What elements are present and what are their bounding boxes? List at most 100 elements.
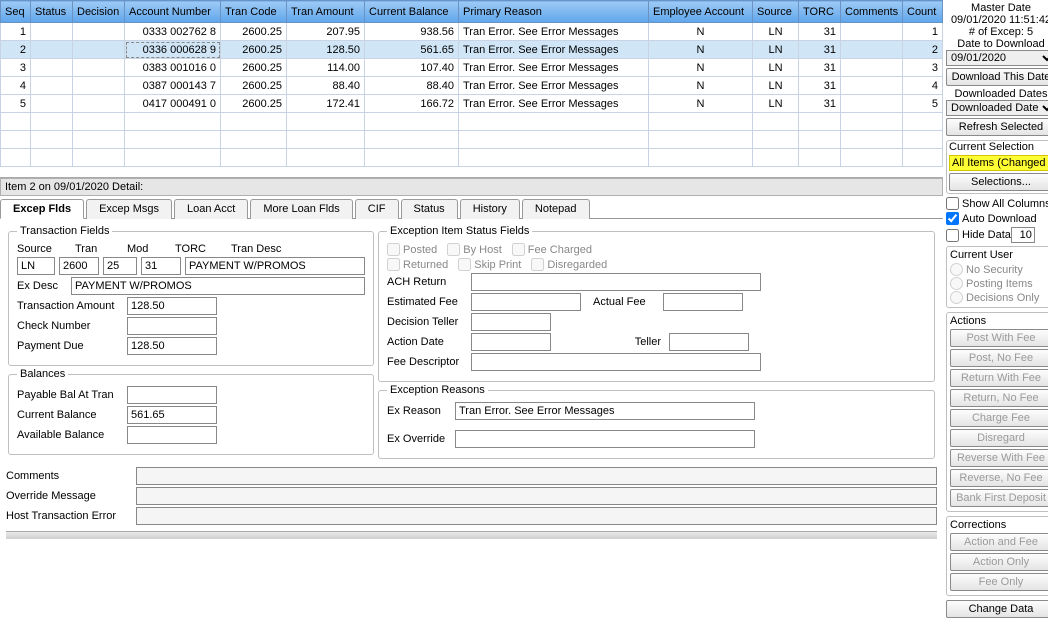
table-cell[interactable] <box>31 59 73 77</box>
table-cell[interactable]: 0336 000628 9 <box>125 41 221 59</box>
table-row[interactable]: 40387 000143 72600.2588.4088.40Tran Erro… <box>1 77 943 95</box>
table-cell[interactable]: 107.40 <box>365 59 459 77</box>
table-cell[interactable]: 2600.25 <box>221 59 287 77</box>
reverse-with-fee-button[interactable]: Reverse With Fee <box>950 449 1048 467</box>
check-input[interactable] <box>127 317 217 335</box>
column-header[interactable]: Account Number <box>125 1 221 23</box>
table-cell[interactable]: 31 <box>799 95 841 113</box>
table-cell[interactable]: LN <box>753 77 799 95</box>
paymentdue-input[interactable] <box>127 337 217 355</box>
table-cell[interactable]: 3 <box>1 59 31 77</box>
table-cell[interactable]: 88.40 <box>365 77 459 95</box>
table-cell[interactable]: 128.50 <box>287 41 365 59</box>
table-cell[interactable]: 31 <box>799 59 841 77</box>
table-cell[interactable]: 5 <box>1 95 31 113</box>
disregard-button[interactable]: Disregard <box>950 429 1048 447</box>
table-cell[interactable]: LN <box>753 59 799 77</box>
table-cell[interactable]: 207.95 <box>287 23 365 41</box>
table-cell[interactable]: 31 <box>799 77 841 95</box>
table-cell[interactable]: 938.56 <box>365 23 459 41</box>
column-header[interactable]: Status <box>31 1 73 23</box>
auto-download-checkbox[interactable] <box>946 212 959 225</box>
return-with-fee-button[interactable]: Return With Fee <box>950 369 1048 387</box>
table-cell[interactable] <box>841 59 903 77</box>
table-cell[interactable]: N <box>649 95 753 113</box>
column-header[interactable]: Source <box>753 1 799 23</box>
table-cell[interactable]: 561.65 <box>365 41 459 59</box>
column-header[interactable]: Seq <box>1 1 31 23</box>
table-cell[interactable] <box>841 41 903 59</box>
horizontal-scrollbar[interactable] <box>6 531 937 539</box>
actual-fee-input[interactable] <box>663 293 743 311</box>
download-this-date-button[interactable]: Download This Date <box>946 68 1048 86</box>
teller-input[interactable] <box>669 333 749 351</box>
table-row[interactable]: 3 0383 001016 02600.25114.00107.40Tran Er… <box>1 59 943 77</box>
selections-button[interactable]: Selections... <box>949 173 1048 191</box>
table-cell[interactable]: 2 <box>903 41 943 59</box>
table-row[interactable]: 10333 002762 82600.25207.95938.56Tran Er… <box>1 23 943 41</box>
post-with-fee-button[interactable]: Post With Fee <box>950 329 1048 347</box>
table-cell[interactable]: 0333 002762 8 <box>125 23 221 41</box>
table-cell[interactable]: 31 <box>799 41 841 59</box>
post-no-fee-button[interactable]: Post, No Fee <box>950 349 1048 367</box>
table-cell[interactable]: Tran Error. See Error Messages <box>459 59 649 77</box>
ach-return-input[interactable] <box>471 273 761 291</box>
tdesc-input[interactable] <box>185 257 365 275</box>
table-cell[interactable]: 114.00 <box>287 59 365 77</box>
fee-descriptor-input[interactable] <box>471 353 761 371</box>
current-selection-value[interactable]: All Items (Changed Sel <box>949 155 1048 171</box>
tab-excep-flds[interactable]: Excep Flds <box>0 199 84 219</box>
reverse-no-fee-button[interactable]: Reverse, No Fee <box>950 469 1048 487</box>
mod-input[interactable] <box>103 257 137 275</box>
table-cell[interactable] <box>73 59 125 77</box>
table-cell[interactable]: 166.72 <box>365 95 459 113</box>
bank-first-deposit-button[interactable]: Bank First Deposit <box>950 489 1048 507</box>
column-header[interactable]: Primary Reason <box>459 1 649 23</box>
comments-input[interactable] <box>136 467 937 485</box>
table-cell[interactable]: Tran Error. See Error Messages <box>459 41 649 59</box>
host-tran-error-input[interactable] <box>136 507 937 525</box>
table-cell[interactable] <box>73 95 125 113</box>
table-cell[interactable] <box>841 77 903 95</box>
table-cell[interactable]: 0387 000143 7 <box>125 77 221 95</box>
tab-status[interactable]: Status <box>401 199 458 219</box>
table-cell[interactable]: Tran Error. See Error Messages <box>459 77 649 95</box>
table-cell[interactable]: 0383 001016 0 <box>125 59 221 77</box>
table-cell[interactable]: 1 <box>903 23 943 41</box>
ex-override-input[interactable] <box>455 430 755 448</box>
tamt-input[interactable] <box>127 297 217 315</box>
table-cell[interactable] <box>31 23 73 41</box>
tab-history[interactable]: History <box>460 199 520 219</box>
table-cell[interactable]: 2600.25 <box>221 95 287 113</box>
table-cell[interactable] <box>73 77 125 95</box>
table-cell[interactable]: N <box>649 77 753 95</box>
table-cell[interactable]: 31 <box>799 23 841 41</box>
table-cell[interactable]: LN <box>753 41 799 59</box>
action-and-fee-button[interactable]: Action and Fee <box>950 533 1048 551</box>
date-to-download-select[interactable]: 09/01/2020 <box>946 50 1048 66</box>
fee-only-button[interactable]: Fee Only <box>950 573 1048 591</box>
refresh-selected-button[interactable]: Refresh Selected <box>946 118 1048 136</box>
charge-fee-button[interactable]: Charge Fee <box>950 409 1048 427</box>
action-only-button[interactable]: Action Only <box>950 553 1048 571</box>
column-header[interactable]: Comments <box>841 1 903 23</box>
table-cell[interactable]: 1 <box>1 23 31 41</box>
show-all-columns-checkbox[interactable] <box>946 197 959 210</box>
table-cell[interactable]: 2600.25 <box>221 77 287 95</box>
table-row[interactable]: 50417 000491 02600.25172.41166.72Tran Er… <box>1 95 943 113</box>
override-msg-input[interactable] <box>136 487 937 505</box>
table-cell[interactable] <box>31 41 73 59</box>
tab-loan-acct[interactable]: Loan Acct <box>174 199 248 219</box>
table-cell[interactable]: 4 <box>903 77 943 95</box>
exdesc-input[interactable] <box>71 277 365 295</box>
table-cell[interactable]: LN <box>753 23 799 41</box>
table-cell[interactable]: LN <box>753 95 799 113</box>
table-cell[interactable]: N <box>649 23 753 41</box>
table-cell[interactable]: 88.40 <box>287 77 365 95</box>
table-cell[interactable] <box>31 77 73 95</box>
torc-input[interactable] <box>141 257 181 275</box>
table-cell[interactable]: 0417 000491 0 <box>125 95 221 113</box>
table-cell[interactable]: N <box>649 59 753 77</box>
column-header[interactable]: Decision <box>73 1 125 23</box>
table-cell[interactable]: 2600.25 <box>221 41 287 59</box>
